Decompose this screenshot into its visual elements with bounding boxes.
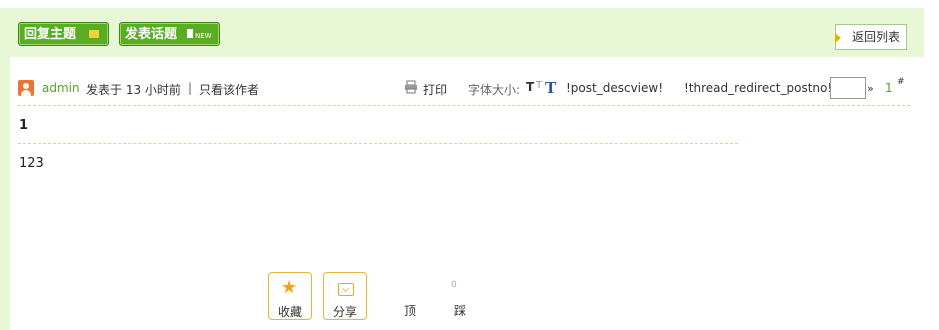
meta-separator: | <box>188 81 193 95</box>
author-link[interactable]: admin <box>42 81 80 95</box>
reply-arrow-icon <box>89 30 99 38</box>
font-small-button[interactable]: T <box>536 80 542 91</box>
share-label: 分享 <box>332 305 357 319</box>
divider <box>18 143 738 144</box>
post-content: 123 <box>19 156 44 171</box>
share-button[interactable]: 分享 <box>323 272 367 320</box>
new-topic-button-label: 发表话题 <box>125 27 178 42</box>
text-style-icon: T <box>545 78 557 97</box>
user-icon <box>18 80 34 96</box>
printer-icon[interactable] <box>404 80 418 94</box>
arrow-right-icon <box>835 33 841 43</box>
back-to-list-button[interactable]: 返回列表 <box>835 24 907 50</box>
reply-button-label: 回复主题 <box>24 27 77 42</box>
downvote-count: 0 <box>451 280 457 290</box>
post-desc-view[interactable]: !post_descview! <box>566 81 663 95</box>
floor-mark: # <box>897 77 905 87</box>
post-number-input[interactable] <box>830 77 866 99</box>
post-title: 1 <box>19 118 29 133</box>
document-icon <box>187 29 193 38</box>
favorite-label: 收藏 <box>277 305 302 319</box>
downvote-button[interactable]: 踩 <box>454 302 466 319</box>
star-icon: ★ <box>281 277 298 298</box>
only-author-link[interactable]: 只看该作者 <box>199 81 259 98</box>
font-size-label: 字体大小: <box>468 83 521 97</box>
new-tag: NEW <box>195 32 212 40</box>
go-arrow-icon[interactable]: » <box>867 82 874 95</box>
envelope-icon <box>338 283 354 296</box>
new-topic-button[interactable]: 发表话题 NEW <box>119 22 220 46</box>
posted-time: 发表于 13 小时前 <box>86 83 181 97</box>
reply-button[interactable]: 回复主题 <box>18 22 109 46</box>
upvote-button[interactable]: 顶 <box>404 302 416 319</box>
font-large-button[interactable]: T <box>526 80 534 94</box>
floor-number[interactable]: 1 <box>885 81 893 95</box>
redirect-postno-label: !thread_redirect_postno! <box>684 81 833 95</box>
print-link[interactable]: 打印 <box>423 81 447 98</box>
back-to-list-label: 返回列表 <box>851 30 900 44</box>
divider <box>18 105 910 106</box>
favorite-button[interactable]: ★ 收藏 <box>268 272 312 320</box>
